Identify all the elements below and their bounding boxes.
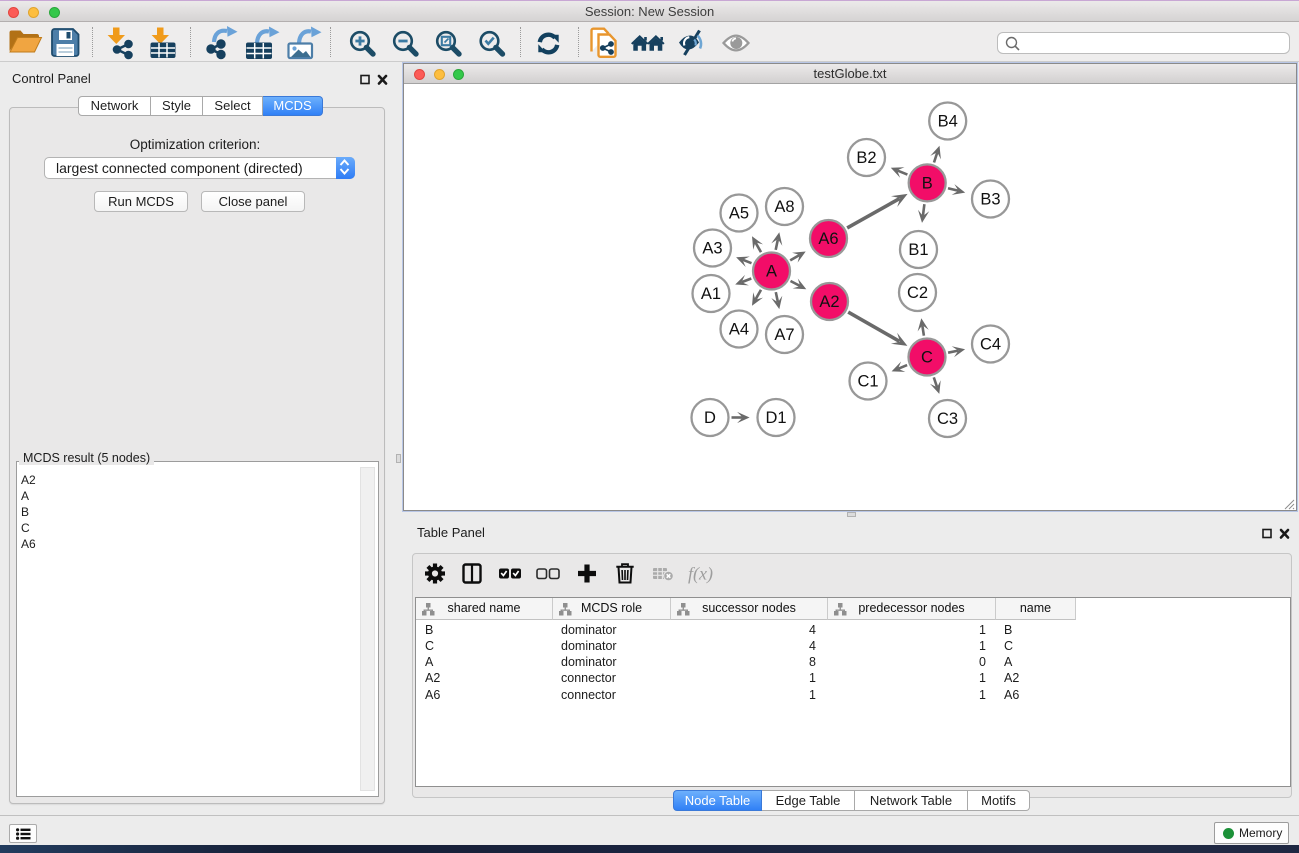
svg-text:A5: A5 — [729, 205, 749, 223]
svg-text:f(x): f(x) — [688, 564, 713, 585]
svg-text:A1: A1 — [701, 285, 721, 303]
svg-text:C: C — [921, 349, 933, 367]
svg-text:A7: A7 — [774, 326, 794, 344]
svg-text:B: B — [922, 174, 933, 192]
svg-text:A8: A8 — [774, 198, 794, 216]
svg-text:B4: B4 — [938, 113, 958, 131]
svg-text:A3: A3 — [702, 240, 722, 258]
svg-text:A6: A6 — [818, 230, 838, 248]
svg-text:D: D — [704, 409, 716, 427]
svg-text:C3: C3 — [937, 410, 958, 428]
svg-text:A: A — [766, 263, 777, 281]
svg-text:A4: A4 — [729, 321, 749, 339]
svg-text:B2: B2 — [856, 149, 876, 167]
svg-text:C4: C4 — [980, 336, 1001, 354]
svg-text:B1: B1 — [908, 241, 928, 259]
svg-text:C1: C1 — [857, 373, 878, 391]
svg-text:D1: D1 — [765, 409, 786, 427]
svg-text:B3: B3 — [980, 191, 1000, 209]
svg-text:A2: A2 — [819, 293, 839, 311]
svg-text:C2: C2 — [907, 284, 928, 302]
